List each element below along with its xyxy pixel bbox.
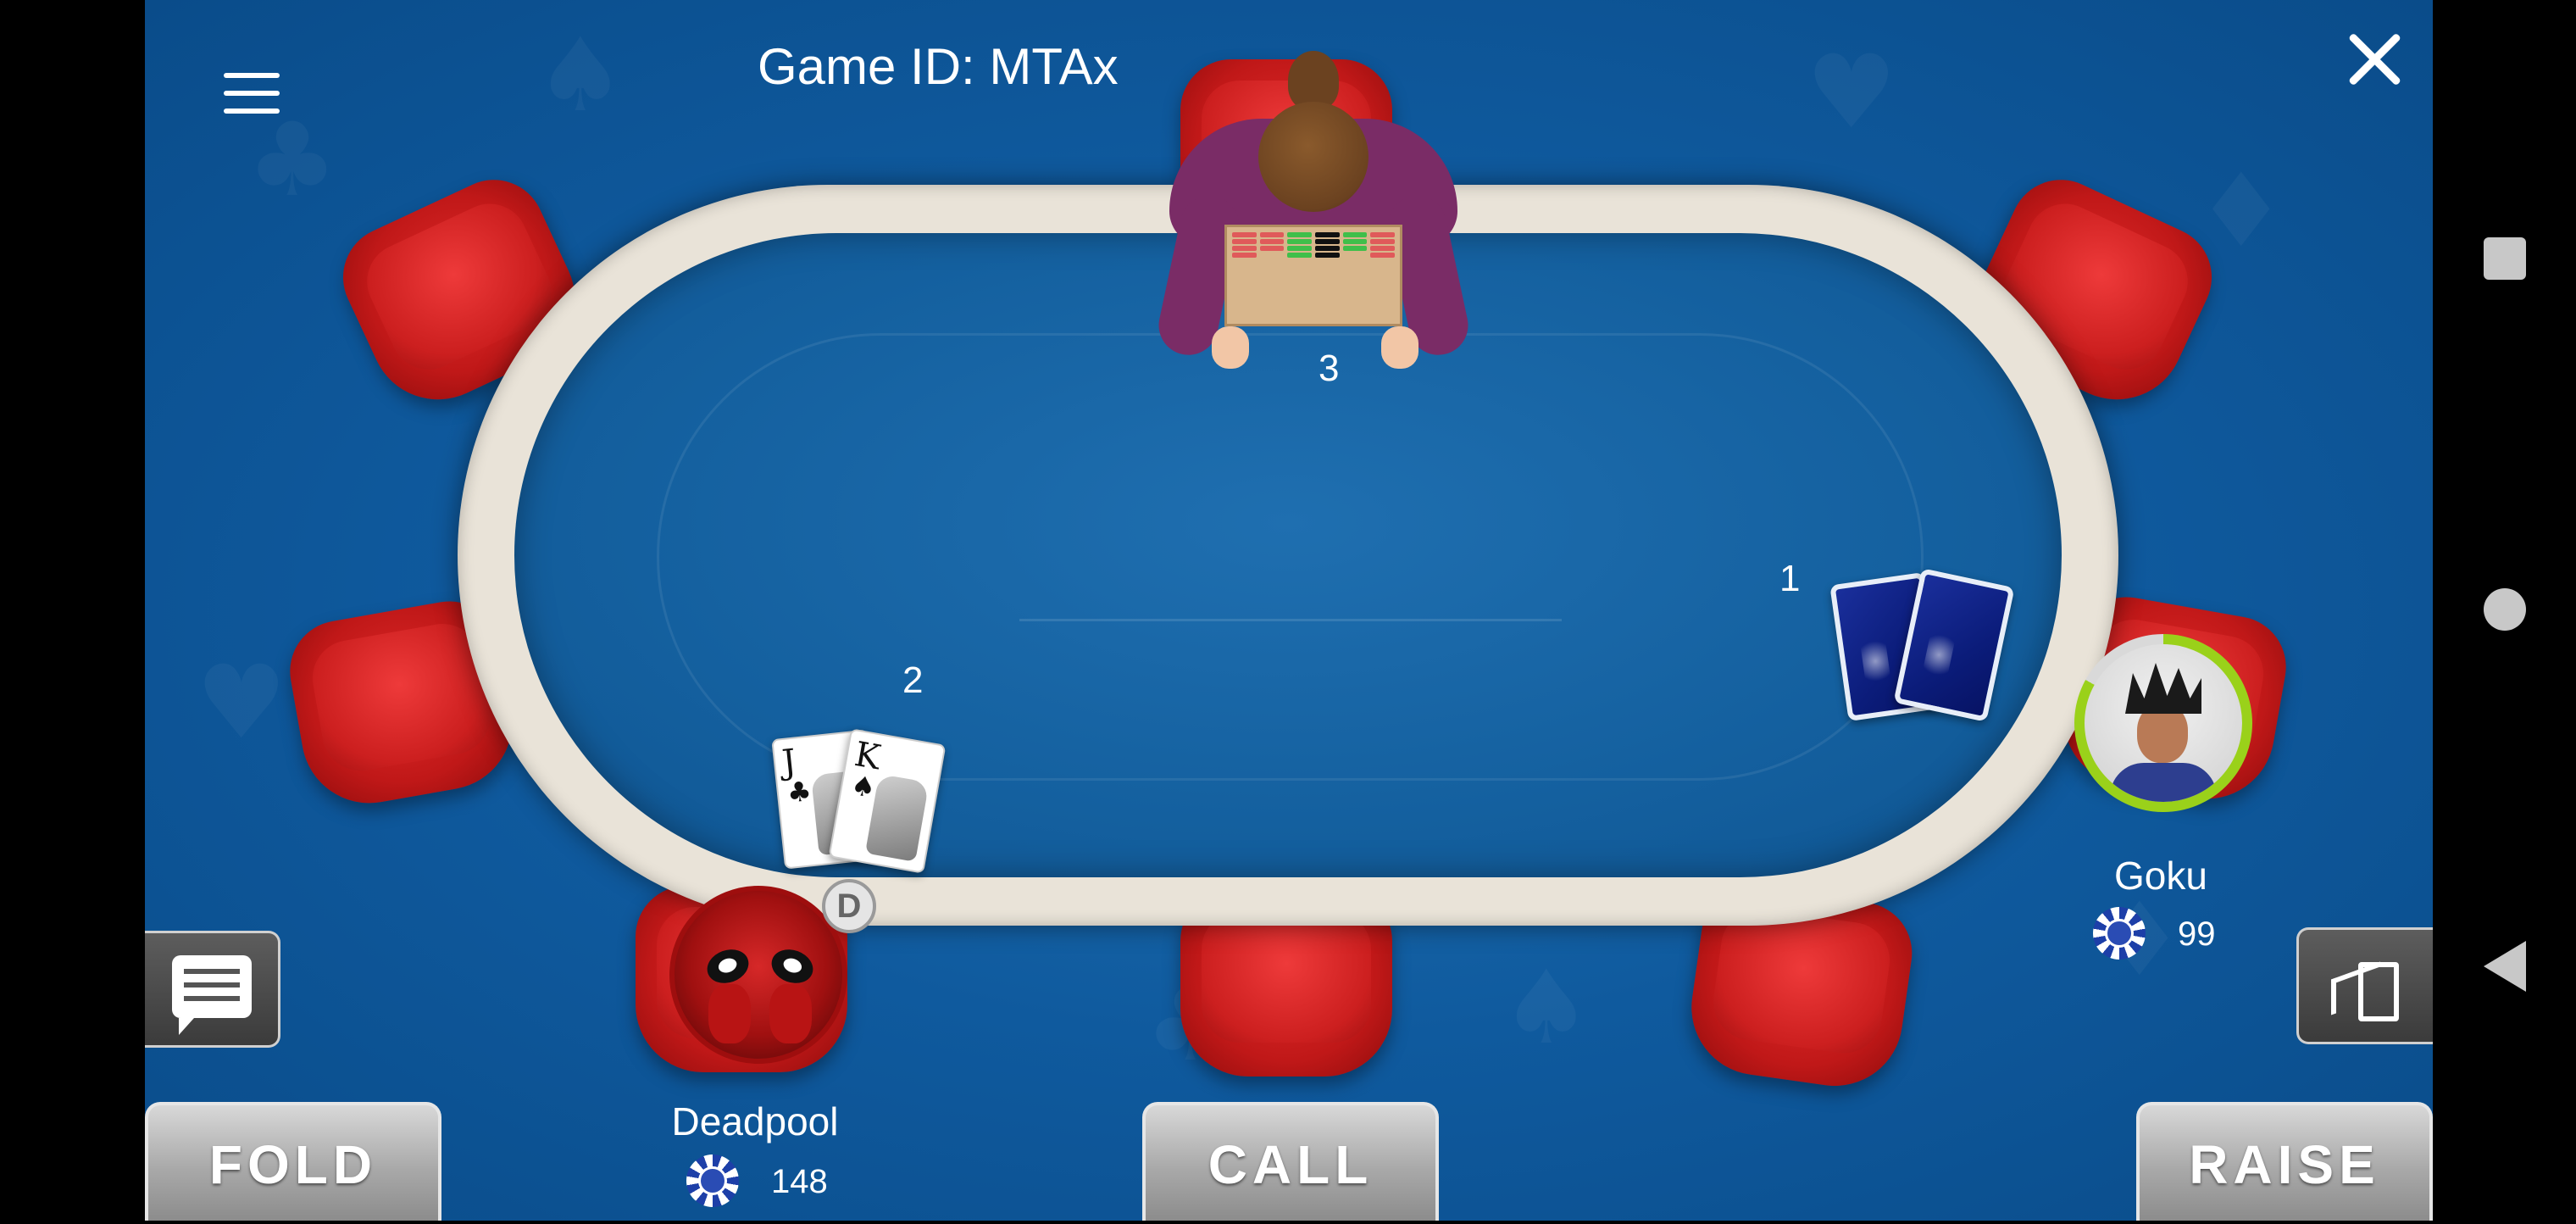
- avatar-deadpool[interactable]: [669, 886, 847, 1064]
- game-id: Game ID: MTAx: [758, 38, 1119, 95]
- table-felt-line: [657, 333, 1924, 781]
- chip-icon: [2093, 907, 2146, 960]
- chip-count-deadpool: 148: [771, 1163, 828, 1200]
- chip-icon: [686, 1154, 739, 1207]
- seat-number-1: 1: [1779, 558, 1801, 599]
- suit-pattern-icon: ♥: [196, 644, 287, 762]
- android-navigation-bar: [2433, 0, 2576, 1221]
- chip-rack: [1224, 225, 1402, 326]
- exit-table-button[interactable]: [2296, 927, 2433, 1044]
- suit-pattern-icon: ♠: [1501, 949, 1592, 1067]
- dealer-button: D: [822, 879, 876, 933]
- table-center-line: [1019, 619, 1562, 621]
- chip-count-goku: 99: [2178, 915, 2216, 953]
- player-name-goku: Goku: [2114, 854, 2207, 898]
- fold-button[interactable]: FOLD: [145, 1102, 441, 1221]
- avatar-goku[interactable]: [2085, 644, 2242, 802]
- home-icon[interactable]: [2483, 588, 2526, 631]
- seat-number-2: 2: [902, 659, 924, 701]
- recent-apps-icon[interactable]: [2483, 237, 2526, 280]
- call-button[interactable]: CALL: [1142, 1102, 1439, 1221]
- suit-pattern-icon: ♥: [1806, 34, 1897, 152]
- chat-button[interactable]: [145, 931, 280, 1048]
- exit-icon: [2331, 954, 2399, 1021]
- chat-icon: [172, 955, 252, 1035]
- player-name-deadpool: Deadpool: [671, 1099, 839, 1143]
- seat-number-3: 3: [1319, 348, 1340, 389]
- suit-pattern-icon: ♣: [247, 102, 338, 220]
- dealer: [1153, 51, 1474, 373]
- raise-button[interactable]: RAISE: [2136, 1102, 2433, 1221]
- suit-pattern-icon: ♠: [535, 17, 626, 135]
- close-icon[interactable]: [2344, 29, 2405, 90]
- menu-icon[interactable]: [224, 73, 280, 114]
- back-icon[interactable]: [2483, 941, 2526, 992]
- suit-pattern-icon: ♦: [2196, 153, 2287, 270]
